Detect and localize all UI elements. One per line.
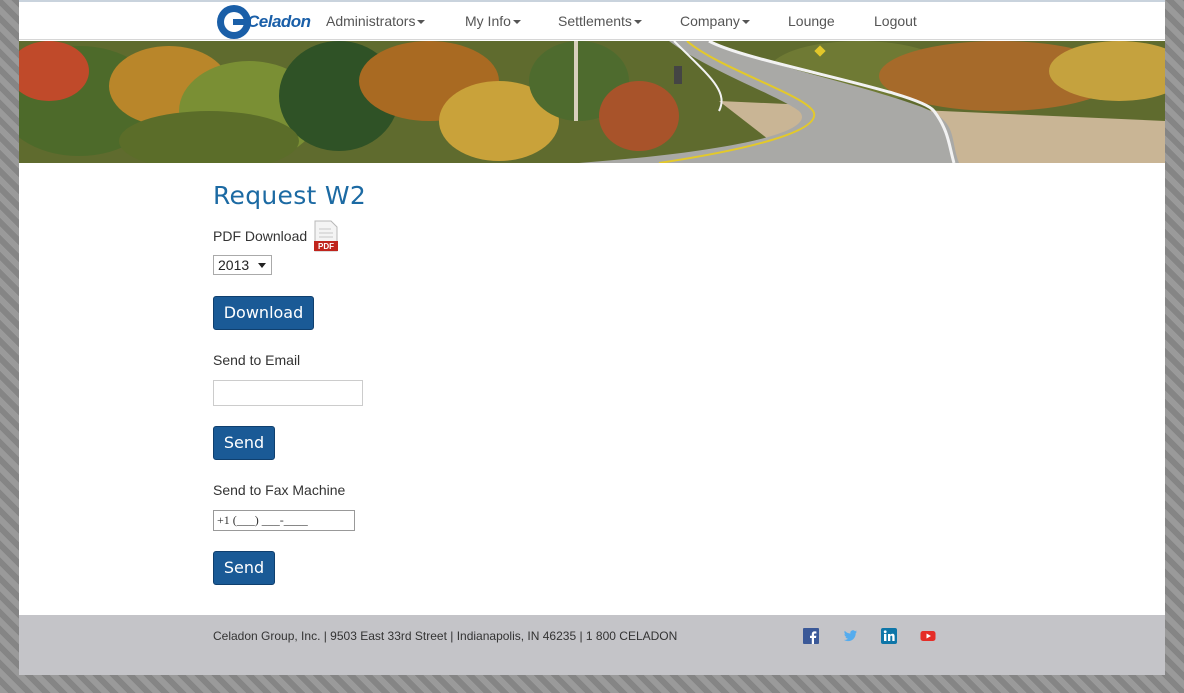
celadon-logo-mark — [217, 5, 251, 39]
pdf-file-icon[interactable]: PDF — [313, 220, 339, 252]
nav-administrators[interactable]: Administrators — [326, 13, 426, 29]
chevron-down-icon — [258, 263, 266, 268]
year-select[interactable]: 2013 — [213, 255, 272, 275]
send-to-email-label: Send to Email — [213, 352, 301, 368]
linkedin-icon[interactable] — [881, 628, 897, 644]
facebook-icon[interactable] — [803, 628, 819, 644]
logo-text: Celadon — [247, 12, 311, 31]
nav-logout[interactable]: Logout — [874, 13, 917, 29]
year-select-value: 2013 — [218, 257, 250, 273]
send-to-fax-label: Send to Fax Machine — [213, 482, 346, 498]
chevron-down-icon — [633, 20, 642, 25]
chevron-down-icon — [417, 20, 426, 25]
fax-field[interactable]: +1 (___) ___-____ — [213, 510, 355, 531]
chevron-down-icon — [512, 20, 521, 25]
nav-company-label: Company — [680, 13, 740, 29]
nav-administrators-label: Administrators — [326, 13, 416, 29]
nav-settlements[interactable]: Settlements — [558, 13, 642, 29]
road-landscape-image — [19, 41, 1165, 163]
download-button[interactable]: Download — [213, 296, 314, 330]
nav-lounge-label: Lounge — [788, 13, 835, 29]
send-email-button[interactable]: Send — [213, 426, 275, 460]
twitter-icon[interactable] — [842, 628, 858, 644]
celadon-logo[interactable]: Celadon — [217, 3, 311, 41]
nav-lounge[interactable]: Lounge — [788, 13, 835, 29]
nav-logout-label: Logout — [874, 13, 917, 29]
footer-address: Celadon Group, Inc. | 9503 East 33rd Str… — [213, 629, 678, 643]
nav-my-info-label: My Info — [465, 13, 511, 29]
nav-my-info[interactable]: My Info — [465, 13, 521, 29]
footer: Celadon Group, Inc. | 9503 East 33rd Str… — [19, 615, 1165, 675]
nav-settlements-label: Settlements — [558, 13, 632, 29]
youtube-icon[interactable] — [920, 628, 936, 644]
pdf-download-label: PDF Download — [213, 228, 308, 244]
page-title: Request W2 — [213, 181, 367, 210]
fax-field-value: +1 (___) ___-____ — [217, 513, 308, 527]
page-frame: Celadon Administrators My Info Settlemen… — [19, 0, 1165, 675]
top-nav: Celadon Administrators My Info Settlemen… — [19, 0, 1165, 40]
pdf-icon-text: PDF — [318, 242, 334, 251]
send-fax-button[interactable]: Send — [213, 551, 275, 585]
hero-banner — [19, 41, 1165, 163]
email-field[interactable] — [213, 380, 363, 406]
nav-company[interactable]: Company — [680, 13, 750, 29]
chevron-down-icon — [741, 20, 750, 25]
